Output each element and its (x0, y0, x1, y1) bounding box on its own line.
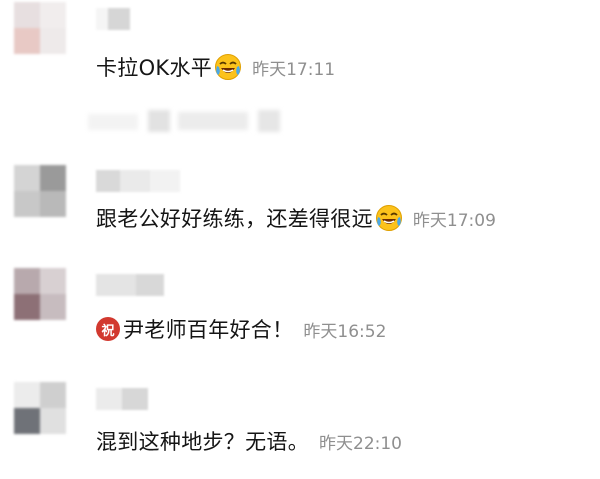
blessing-badge-icon: 祝 (96, 317, 120, 341)
comment-timestamp: 昨天16:52 (303, 321, 387, 342)
comment-timestamp: 昨天17:09 (412, 210, 496, 231)
avatar[interactable] (14, 2, 66, 54)
comment-text: 尹老师百年好合！ (123, 318, 294, 342)
comment-timestamp: 昨天22:10 (319, 433, 402, 454)
avatar[interactable] (14, 382, 66, 434)
comment-text: 混到这种地步？无语。 (96, 430, 309, 454)
avatar[interactable] (14, 268, 66, 320)
comment-timestamp: 昨天17:11 (252, 59, 336, 80)
comment-text: 卡拉OK水平 (96, 56, 213, 80)
blurred-content (88, 110, 298, 134)
laughing-crying-emoji-icon (375, 204, 403, 232)
avatar[interactable] (14, 165, 66, 217)
comment-text: 跟老公好好练练，还差得很远 (96, 207, 373, 231)
laughing-crying-emoji-icon (214, 53, 242, 81)
